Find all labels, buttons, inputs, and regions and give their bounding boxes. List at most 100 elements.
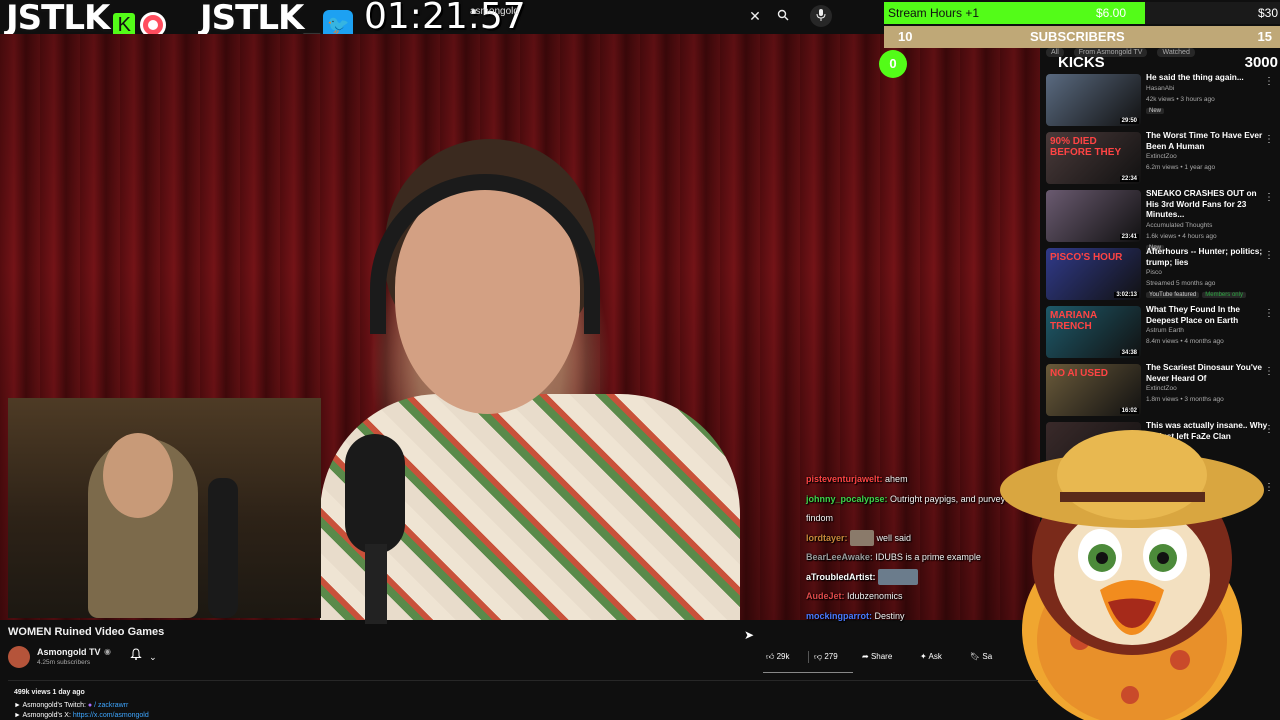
thumbnail-text: 90% DIED BEFORE THEY [1050,136,1122,158]
like-button[interactable]: 👍︎ 29k [766,648,790,666]
subs-current: 10 [898,29,913,44]
description-line-2: ► Asmongold's X: https://x.com/asmongold [14,712,149,719]
recommended-video[interactable]: NO AI USED 16:02 The Scariest Dinosaur You… [1046,360,1280,418]
video-info: He said the thing again... HasanAbi 42k vi… [1146,72,1270,114]
video-info: What They Found In the Deepest Place on … [1146,304,1270,347]
thumbnail-text: NO AI USED [1050,368,1108,379]
video-thumbnail[interactable]: PISCO'S HOUR 3:02:13 [1046,248,1141,300]
more-options-icon[interactable]: ⋮ [1264,250,1274,261]
save-button[interactable]: 🔖︎ Sa [970,648,992,666]
video-title-link[interactable]: He said the thing again... [1146,72,1270,83]
recommended-video[interactable]: 90% DIED BEFORE THEY 22:34 The Worst Time … [1046,128,1280,186]
share-icon: ➦ [862,652,869,661]
video-title: WOMEN Ruined Video Games [8,626,165,638]
ask-button[interactable]: ✦ Ask [920,648,942,666]
divider [8,680,1038,681]
video-title-link[interactable]: Afterhours -- Hunter; politics; trump; l… [1146,246,1270,267]
chat-username: pisteventurjawelt: [806,474,883,484]
share-label: Share [870,652,893,661]
mouse-cursor-icon: ➤ [744,628,755,642]
chevron-down-icon: ⌄ [149,652,157,662]
chat-username: BearLeeAwake: [806,552,873,562]
view-count: 499k views 1 day ago [14,689,85,696]
video-thumbnail[interactable]: MARIANA TRENCH 34:38 [1046,306,1141,358]
video-thumbnail[interactable]: 90% DIED BEFORE THEY 22:34 [1046,132,1141,184]
recommended-video[interactable]: PISCO'S HOUR 3:02:13 Afterhours -- Hunter;… [1046,244,1280,302]
video-title-link[interactable]: The Worst Time To Have Ever Been A Human [1146,130,1270,151]
thumbs-down-icon: 👎︎ [814,652,823,661]
chat-text: well said [876,532,912,543]
video-title-link[interactable]: SNEAKO CRASHES OUT on His 3rd World Fans… [1146,188,1270,220]
video-info: SNEAKO CRASHES OUT on His 3rd World Fans… [1146,188,1270,251]
more-options-icon[interactable]: ⋮ [1264,134,1274,145]
share-button[interactable]: ➦ Share [862,648,892,666]
video-duration: 34:38 [1119,350,1139,356]
notification-bell-button[interactable]: ⌄ [130,648,166,666]
filter-chip[interactable]: Watched [1157,48,1195,57]
video-title-link[interactable]: What They Found In the Deepest Place on … [1146,304,1270,325]
video-info: Afterhours -- Hunter; politics; trump; l… [1146,246,1270,298]
recommended-video[interactable]: 29:50 He said the thing again... HasanAbi 4… [1046,70,1280,128]
x-link[interactable]: https://x.com/asmongold [73,712,149,719]
filter-chip[interactable]: From Asmongold TV [1073,48,1148,57]
filter-chip[interactable]: All [1046,48,1064,57]
channel-name: ExtinctZoo [1146,385,1177,392]
search-input[interactable]: asmongold [468,6,768,28]
dislike-count: 279 [824,652,838,661]
chat-username: mockingparrot: [806,610,873,621]
stream-hours-goal: $30 [1257,6,1278,20]
video-meta: 8.4m views • 4 months ago [1146,338,1224,345]
search-icon[interactable] [772,5,794,27]
verified-icon: ◉ [104,647,111,656]
video-thumbnail[interactable]: 29:50 [1046,74,1141,126]
twitch-link[interactable]: / zackrawrr [94,702,128,709]
more-options-icon[interactable]: ⋮ [1264,76,1274,87]
mic-arm [365,544,387,624]
video-meta: 1.6k views • 4 hours ago [1146,232,1217,240]
thumbs-up-icon: 👍︎ [766,652,775,661]
video-meta: 1.8m views • 3 months ago [1146,396,1224,403]
video-duration: 22:34 [1119,176,1139,182]
twitch-icon: ● [87,702,93,709]
ask-label: Ask [928,652,942,661]
more-options-icon[interactable]: ⋮ [1264,192,1274,203]
bookmark-icon: 🔖︎ [970,652,981,661]
streamer-mic [208,478,238,618]
recommended-video[interactable]: MARIANA TRENCH 34:38 What They Found In th… [1046,302,1280,360]
video-title-link[interactable]: The Scariest Dinosaur You've Never Heard… [1146,362,1270,383]
kick-logo: JSTLK K [6,0,166,38]
channel-name: Astrum Earth [1146,327,1184,334]
subscribers-bar: 10 SUBSCRIBERS 15 [884,26,1280,48]
recommended-video[interactable]: 23:41 SNEAKO CRASHES OUT on His 3rd World… [1046,186,1280,251]
channel-avatar[interactable] [8,646,30,668]
channel-name: ExtinctZoo [1146,153,1177,160]
dislike-button[interactable]: 👎︎ 279 [814,648,838,666]
chat-text: Idubzenomics [847,591,903,601]
channel-name[interactable]: Asmongold TV [37,647,101,657]
video-thumbnail[interactable]: 23:41 [1046,190,1141,242]
chat-username: AudeJet: [806,591,845,601]
video-thumbnail[interactable]: NO AI USED 16:02 [1046,364,1141,416]
microphone-icon[interactable] [810,5,832,27]
subs-label: SUBSCRIBERS [1030,29,1125,44]
members-only-badge: Members only [1202,292,1246,298]
like-count: 29k [776,652,790,661]
video-badge: New [1146,107,1165,114]
video-duration: 3:02:13 [1114,292,1139,298]
thumbnail-text: PISCO'S HOUR [1050,252,1123,263]
video-meta: 42k views • 3 hours ago [1146,95,1215,103]
clear-search-icon[interactable]: ✕ [744,5,766,27]
video-duration: 29:50 [1119,118,1139,124]
stream-hours-amount: $6.00 [1096,6,1127,20]
more-options-icon[interactable]: ⋮ [1264,482,1274,493]
subscriber-count: 4.25m subscribers [37,659,91,666]
more-options-icon[interactable]: ⋮ [1264,424,1274,435]
chat-username: lordtayer: [806,532,848,543]
bell-icon [130,648,142,660]
like-divider [808,651,809,663]
more-options-icon[interactable]: ⋮ [1264,308,1274,319]
chat-emote [878,569,919,586]
stream-goals: Stream Hours +1 $6.00 $30 10 SUBSCRIBERS… [879,2,1280,78]
chat-text: Destiny [874,610,905,621]
more-options-icon[interactable]: ⋮ [1264,366,1274,377]
